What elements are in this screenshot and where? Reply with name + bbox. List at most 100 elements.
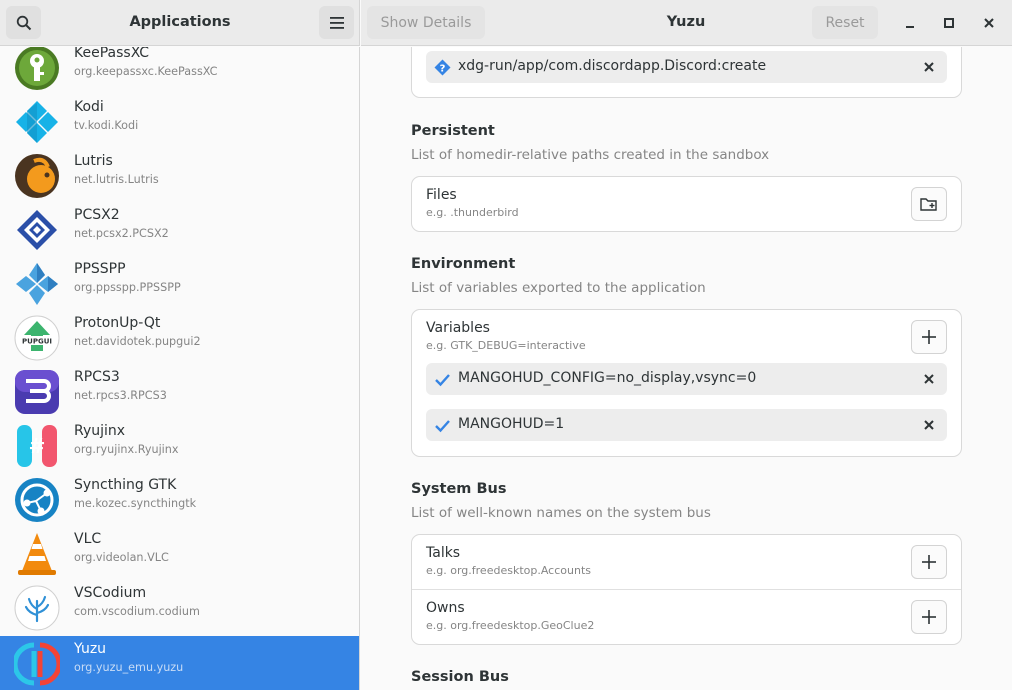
protonup-qt-icon: PUPGUI <box>14 315 60 361</box>
maximize-icon <box>944 18 954 28</box>
app-id: org.keepassxc.KeePassXC <box>74 65 218 78</box>
plus-icon <box>922 330 936 344</box>
show-details-button[interactable]: Show Details <box>367 6 485 39</box>
add-folder-button[interactable] <box>911 187 947 221</box>
add-talks-button[interactable] <box>911 545 947 579</box>
sidebar-title: Applications <box>129 14 231 30</box>
variables-label: Variables <box>426 320 490 336</box>
app-id: org.ppsspp.PPSSPP <box>74 281 181 294</box>
close-button[interactable] <box>977 11 1001 35</box>
plus-icon <box>922 610 936 624</box>
app-name: Yuzu <box>74 641 107 657</box>
pcsx2-icon <box>17 210 57 250</box>
app-id: org.ryujinx.Ryujinx <box>74 443 179 456</box>
ppsspp-icon <box>16 263 58 305</box>
remove-entry-button[interactable] <box>921 59 937 75</box>
remove-variable-button[interactable] <box>921 371 937 387</box>
environment-description: List of variables exported to the applic… <box>411 280 706 296</box>
talks-label: Talks <box>426 545 461 561</box>
app-item-lutris[interactable]: Lutris net.lutris.Lutris <box>0 148 359 202</box>
environment-card: Variables e.g. GTK_DEBUG=interactive MAN… <box>411 309 962 457</box>
search-button[interactable] <box>6 6 41 39</box>
permissions-panel[interactable]: ? xdg-run/app/com.discordapp.Discord:cre… <box>361 47 1012 690</box>
system-bus-description: List of well-known names on the system b… <box>411 505 711 521</box>
vscodium-icon <box>14 585 60 631</box>
session-bus-title: Session Bus <box>411 669 509 685</box>
lutris-icon <box>15 154 59 198</box>
persistent-card: Files e.g. .thunderbird <box>411 176 962 232</box>
app-item-vlc[interactable]: VLC org.videolan.VLC <box>0 526 359 580</box>
yuzu-icon <box>14 642 60 686</box>
close-icon <box>924 62 934 72</box>
app-name: Lutris <box>74 153 113 169</box>
keepassxc-icon <box>15 47 59 90</box>
minimize-icon <box>906 26 914 28</box>
close-icon <box>924 374 934 384</box>
app-id: org.videolan.VLC <box>74 551 169 564</box>
hamburger-menu-icon <box>329 16 344 29</box>
talks-placeholder: e.g. org.freedesktop.Accounts <box>426 564 591 577</box>
app-item-rpcs3[interactable]: RPCS3 net.rpcs3.RPCS3 <box>0 364 359 418</box>
window-title: Yuzu <box>666 14 706 30</box>
app-name: KeePassXC <box>74 47 150 61</box>
close-icon <box>984 18 994 28</box>
app-item-kodi[interactable]: Kodi tv.kodi.Kodi <box>0 94 359 148</box>
application-list[interactable]: KeePassXC org.keepassxc.KeePassXC Kodi t… <box>0 47 360 690</box>
ryujinx-icon: # <box>17 425 57 467</box>
main-headerbar: Show Details Yuzu Reset <box>361 0 1012 46</box>
app-item-vscodium[interactable]: VSCodium com.vscodium.codium <box>0 580 359 634</box>
menu-button[interactable] <box>319 6 354 39</box>
maximize-button[interactable] <box>937 11 961 35</box>
app-item-syncthing-gtk[interactable]: Syncthing GTK me.kozec.syncthingtk <box>0 472 359 526</box>
minimize-button[interactable] <box>898 11 922 35</box>
files-placeholder: e.g. .thunderbird <box>426 206 519 219</box>
search-icon <box>16 15 31 30</box>
app-name: Ryujinx <box>74 423 126 439</box>
add-variable-button[interactable] <box>911 320 947 354</box>
variable-entry-value: MANGOHUD=1 <box>458 416 565 432</box>
question-icon: ? <box>434 59 451 76</box>
variable-entry[interactable]: MANGOHUD_CONFIG=no_display,vsync=0 <box>426 363 947 395</box>
app-id: net.pcsx2.PCSX2 <box>74 227 169 240</box>
persistent-description: List of homedir-relative paths created i… <box>411 147 770 163</box>
variable-entry-value: MANGOHUD_CONFIG=no_display,vsync=0 <box>458 370 757 386</box>
app-id: net.davidotek.pupgui2 <box>74 335 201 348</box>
filesystem-entry-value: xdg-run/app/com.discordapp.Discord:creat… <box>458 58 767 74</box>
system-bus-title: System Bus <box>411 481 507 497</box>
app-item-ryujinx[interactable]: # Ryujinx org.ryujinx.Ryujinx <box>0 418 359 472</box>
remove-variable-button[interactable] <box>921 417 937 433</box>
svg-text:#: # <box>29 434 46 458</box>
sidebar-headerbar: Applications <box>0 0 360 46</box>
owns-label: Owns <box>426 600 465 616</box>
app-name: PPSSPP <box>74 261 126 277</box>
app-item-keepassxc[interactable]: KeePassXC org.keepassxc.KeePassXC <box>0 47 359 94</box>
app-name: VSCodium <box>74 585 147 601</box>
protonup-qt-icon-text: PUPGUI <box>22 338 52 346</box>
app-item-ppsspp[interactable]: PPSSPP org.ppsspp.PPSSPP <box>0 256 359 310</box>
app-item-pcsx2[interactable]: PCSX2 net.pcsx2.PCSX2 <box>0 202 359 256</box>
app-name: Syncthing GTK <box>74 477 177 493</box>
variables-placeholder: e.g. GTK_DEBUG=interactive <box>426 339 586 352</box>
check-icon <box>435 374 450 387</box>
app-name: ProtonUp-Qt <box>74 315 161 331</box>
filesystem-entry[interactable]: ? xdg-run/app/com.discordapp.Discord:cre… <box>426 51 947 83</box>
files-label: Files <box>426 187 457 203</box>
kodi-icon <box>16 101 58 143</box>
app-id: com.vscodium.codium <box>74 605 200 618</box>
add-owns-button[interactable] <box>911 600 947 634</box>
folder-new-icon <box>920 198 937 211</box>
variable-entry[interactable]: MANGOHUD=1 <box>426 409 947 441</box>
close-icon <box>924 420 934 430</box>
check-icon <box>435 420 450 433</box>
reset-button[interactable]: Reset <box>812 6 878 39</box>
owns-placeholder: e.g. org.freedesktop.GeoClue2 <box>426 619 595 632</box>
app-name: RPCS3 <box>74 369 120 385</box>
system-bus-card: Talks e.g. org.freedesktop.Accounts Owns… <box>411 534 962 645</box>
app-id: tv.kodi.Kodi <box>74 119 139 132</box>
app-item-yuzu[interactable]: Yuzu org.yuzu_emu.yuzu <box>0 636 359 690</box>
persistent-title: Persistent <box>411 123 495 139</box>
app-name: PCSX2 <box>74 207 120 223</box>
app-item-protonup-qt[interactable]: PUPGUI ProtonUp-Qt net.davidotek.pupgui2 <box>0 310 359 364</box>
syncthing-icon <box>15 478 59 522</box>
environment-title: Environment <box>411 256 516 272</box>
